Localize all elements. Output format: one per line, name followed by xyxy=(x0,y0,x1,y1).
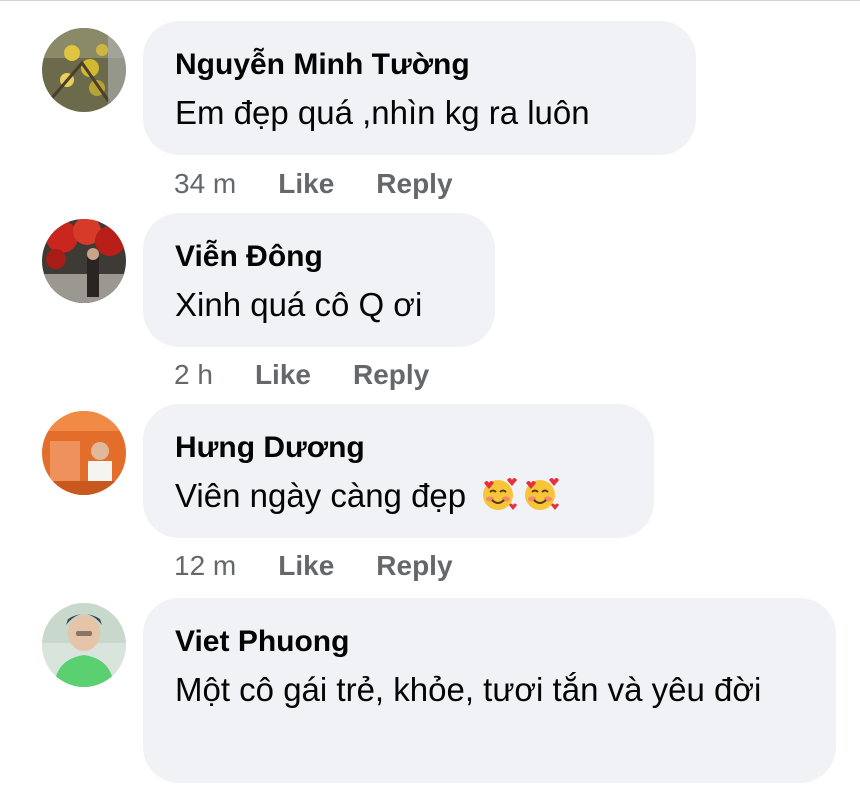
reply-button[interactable]: Reply xyxy=(376,548,452,584)
reply-button[interactable]: Reply xyxy=(353,357,429,393)
avatar[interactable] xyxy=(42,411,126,495)
comment-text-content: Viên ngày càng đẹp xyxy=(175,477,467,514)
comment-actions: 12 m Like Reply xyxy=(174,548,453,584)
like-button[interactable]: Like xyxy=(278,166,334,202)
comment-actions: 34 m Like Reply xyxy=(174,166,453,202)
comment-bubble: Viet Phuong Một cô gái trẻ, khỏe, tươi t… xyxy=(143,598,836,783)
comment-text: Viên ngày càng đẹp xyxy=(175,472,622,520)
comment-bubble: Viễn Đông Xinh quá cô Q ơi xyxy=(143,213,495,347)
avatar[interactable] xyxy=(42,28,126,112)
comment-actions: 2 h Like Reply xyxy=(174,357,429,393)
comment-timestamp[interactable]: 34 m xyxy=(174,166,236,202)
comment-text: Xinh quá cô Q ơi xyxy=(175,286,423,323)
comment-author[interactable]: Nguyễn Minh Tường xyxy=(175,47,664,83)
avatar[interactable] xyxy=(42,219,126,303)
like-button[interactable]: Like xyxy=(278,548,334,584)
comment-timestamp[interactable]: 12 m xyxy=(174,548,236,584)
comment-bubble: Hưng Dương Viên ngày càng đẹp xyxy=(143,404,654,538)
avatar[interactable] xyxy=(42,603,126,687)
comment-author[interactable]: Viet Phuong xyxy=(175,624,804,660)
top-divider xyxy=(0,0,860,1)
comment-author[interactable]: Hưng Dương xyxy=(175,430,622,466)
comment-text: Em đẹp quá ,nhìn kg ra luôn xyxy=(175,94,590,131)
comment-bubble: Nguyễn Minh Tường Em đẹp quá ,nhìn kg ra… xyxy=(143,21,696,155)
like-button[interactable]: Like xyxy=(255,357,311,393)
smiling-face-with-hearts-icon xyxy=(479,475,518,513)
avatar-image xyxy=(42,603,126,687)
avatar-image xyxy=(42,28,126,112)
avatar-image xyxy=(42,219,126,303)
comment-text: Một cô gái trẻ, khỏe, tươi tắn và yêu đờ… xyxy=(175,671,762,708)
avatar-image xyxy=(42,411,126,495)
comment-author[interactable]: Viễn Đông xyxy=(175,239,463,275)
smiling-face-with-hearts-icon xyxy=(521,475,560,513)
reply-button[interactable]: Reply xyxy=(376,166,452,202)
comment-timestamp[interactable]: 2 h xyxy=(174,357,213,393)
